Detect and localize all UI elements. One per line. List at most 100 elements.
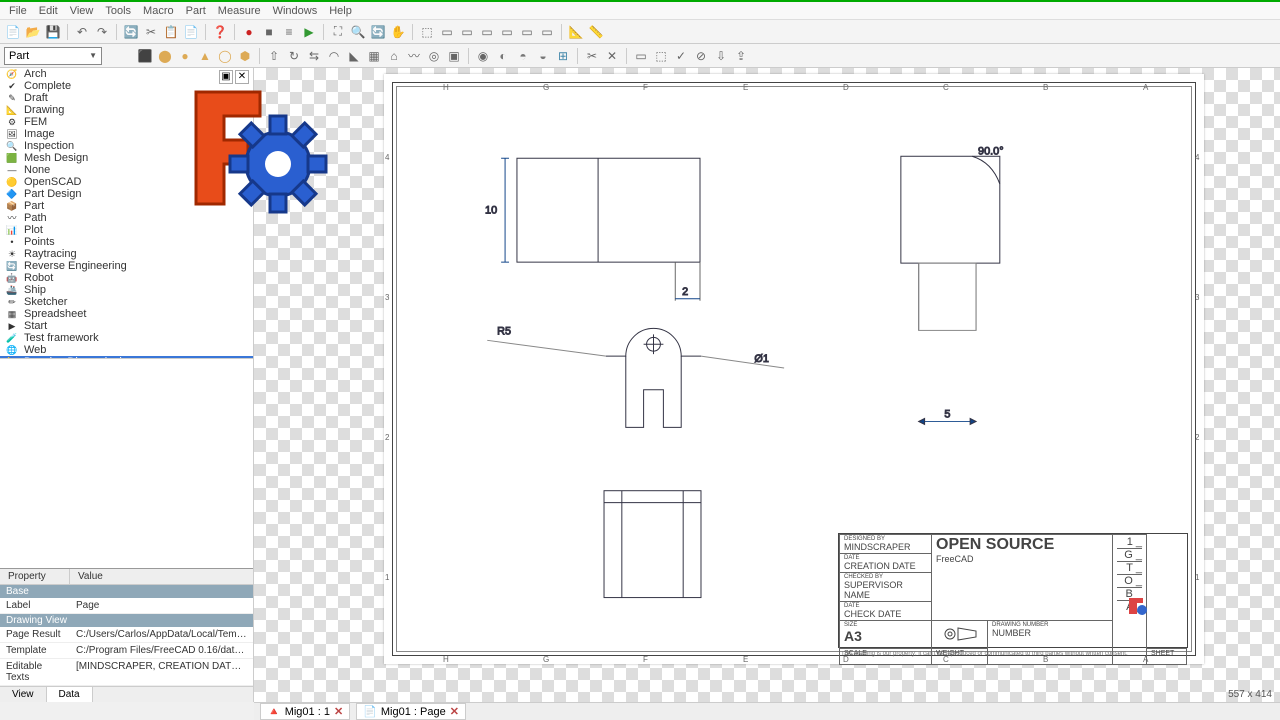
view-left-icon[interactable]: ▭ (538, 23, 556, 41)
cylinder-icon[interactable]: ⬤ (156, 47, 174, 65)
measure2-icon[interactable]: 📏 (587, 23, 605, 41)
drawing-canvas[interactable]: 10 2 (254, 68, 1280, 702)
workbench-item[interactable]: 🚢Ship (0, 284, 253, 296)
workbench-item[interactable]: 🟩Mesh Design (0, 152, 253, 164)
rotate-icon[interactable]: 🔄 (369, 23, 387, 41)
copy-icon[interactable]: 📋 (162, 23, 180, 41)
sweep-icon[interactable]: 〰 (405, 47, 423, 65)
menu-windows[interactable]: Windows (268, 4, 323, 18)
redo-icon[interactable]: ↷ (93, 23, 111, 41)
prism-icon[interactable]: ⬢ (236, 47, 254, 65)
view-bottom-icon[interactable]: ▭ (518, 23, 536, 41)
menu-tools[interactable]: Tools (100, 4, 136, 18)
new-icon[interactable]: 📄 (4, 23, 22, 41)
fillet-icon[interactable]: ◠ (325, 47, 343, 65)
property-row[interactable]: TemplateC:/Program Files/FreeCAD 0.16/da… (0, 643, 253, 659)
ruled-icon[interactable]: ▦ (365, 47, 383, 65)
macro-icon[interactable]: ≡ (280, 23, 298, 41)
open-icon[interactable]: 📂 (24, 23, 42, 41)
zoom-fit-icon[interactable]: ⛶ (329, 23, 347, 41)
workbench-item[interactable]: 🤖Robot (0, 272, 253, 284)
panel-close-icon[interactable]: ✕ (235, 70, 249, 84)
fuse-icon[interactable]: ◓ (514, 47, 532, 65)
property-row[interactable]: LabelPage (0, 598, 253, 614)
defeaturing-icon[interactable]: ⊘ (692, 47, 710, 65)
menu-help[interactable]: Help (324, 4, 357, 18)
play-icon[interactable]: ▶ (300, 23, 318, 41)
workbench-item[interactable]: ☀Raytracing (0, 248, 253, 260)
workbench-item[interactable]: •Points (0, 236, 253, 248)
thickness-icon[interactable]: ▣ (445, 47, 463, 65)
menu-edit[interactable]: Edit (34, 4, 63, 18)
check-geometry-icon[interactable]: ✓ (672, 47, 690, 65)
view-front-icon[interactable]: ▭ (438, 23, 456, 41)
loft-icon[interactable]: ⌂ (385, 47, 403, 65)
make-face-icon[interactable]: ▭ (632, 47, 650, 65)
pan-icon[interactable]: ✋ (389, 23, 407, 41)
workbench-item[interactable]: 🌐Web (0, 344, 253, 356)
view-right-icon[interactable]: ▭ (478, 23, 496, 41)
mirror-icon[interactable]: ⇆ (305, 47, 323, 65)
cut-icon[interactable]: ✂ (142, 23, 160, 41)
cone-icon[interactable]: ▲ (196, 47, 214, 65)
workbench-item[interactable]: 📦Part (0, 200, 253, 212)
zoom-in-icon[interactable]: 🔍 (349, 23, 367, 41)
paste-icon[interactable]: 📄 (182, 23, 200, 41)
close-icon[interactable]: ✕ (334, 705, 343, 718)
cut-icon[interactable]: ◐ (494, 47, 512, 65)
workbench-item[interactable]: 🔷Part Design (0, 188, 253, 200)
workbench-item[interactable]: —None (0, 164, 253, 176)
workbench-list[interactable]: 🧭Arch✔Complete✎Draft📐Drawing⚙FEM🖼Image🔍I… (0, 68, 253, 358)
workbench-item[interactable]: ✏Sketcher (0, 296, 253, 308)
property-row[interactable]: Page ResultC:/Users/Carlos/AppData/Local… (0, 627, 253, 643)
shape-builder-icon[interactable]: ⬚ (652, 47, 670, 65)
doc-tab-2[interactable]: 📄 Mig01 : Page ✕ (356, 703, 466, 720)
box-icon[interactable]: ⬛ (136, 47, 154, 65)
measure-icon[interactable]: 📐 (567, 23, 585, 41)
property-tab-view[interactable]: View (0, 687, 47, 702)
offset-icon[interactable]: ◎ (425, 47, 443, 65)
undo-icon[interactable]: ↶ (73, 23, 91, 41)
workbench-item[interactable]: 📐Drawing (0, 104, 253, 116)
property-row[interactable]: Editable Texts[MINDSCRAPER, CREATION DAT… (0, 659, 253, 686)
workbench-item[interactable]: ✎Draft (0, 92, 253, 104)
menu-measure[interactable]: Measure (213, 4, 266, 18)
cross-icon[interactable]: ✕ (603, 47, 621, 65)
workbench-item[interactable]: ✔Complete (0, 80, 253, 92)
record-icon[interactable]: ● (240, 23, 258, 41)
sphere-icon[interactable]: ● (176, 47, 194, 65)
menu-file[interactable]: File (4, 4, 32, 18)
panel-float-icon[interactable]: ▣ (219, 70, 233, 84)
close-icon[interactable]: ✕ (450, 705, 459, 718)
workbench-item[interactable]: 🖼Image (0, 128, 253, 140)
workbench-item[interactable]: 🔄Reverse Engineering (0, 260, 253, 272)
workbench-item[interactable]: ⚙FEM (0, 116, 253, 128)
workbench-item[interactable]: 🔍Inspection (0, 140, 253, 152)
boolean-icon[interactable]: ◉ (474, 47, 492, 65)
workbench-item[interactable]: ▶Start (0, 320, 253, 332)
workbench-item[interactable]: ▦Spreadsheet (0, 308, 253, 320)
view-top-icon[interactable]: ▭ (458, 23, 476, 41)
revolve-icon[interactable]: ↻ (285, 47, 303, 65)
view-iso-icon[interactable]: ⬚ (418, 23, 436, 41)
workbench-item[interactable]: 📊Plot (0, 224, 253, 236)
common-icon[interactable]: ◒ (534, 47, 552, 65)
menu-view[interactable]: View (65, 4, 99, 18)
extrude-icon[interactable]: ⇧ (265, 47, 283, 65)
part-export-icon[interactable]: ⇪ (732, 47, 750, 65)
torus-icon[interactable]: ◯ (216, 47, 234, 65)
workbench-selector[interactable]: Part ▼ (4, 47, 102, 65)
refresh-icon[interactable]: 🔄 (122, 23, 140, 41)
stop-icon[interactable]: ■ (260, 23, 278, 41)
compound-icon[interactable]: ⊞ (554, 47, 572, 65)
part-import-icon[interactable]: ⇩ (712, 47, 730, 65)
property-tab-data[interactable]: Data (47, 687, 93, 702)
help-icon[interactable]: ❓ (211, 23, 229, 41)
tree-view[interactable] (0, 358, 253, 568)
workbench-item[interactable]: 〰Path (0, 212, 253, 224)
workbench-item[interactable]: 🧪Test framework (0, 332, 253, 344)
chamfer-icon[interactable]: ◣ (345, 47, 363, 65)
workbench-item[interactable]: 🧭Arch (0, 68, 253, 80)
view-rear-icon[interactable]: ▭ (498, 23, 516, 41)
menu-part[interactable]: Part (181, 4, 211, 18)
